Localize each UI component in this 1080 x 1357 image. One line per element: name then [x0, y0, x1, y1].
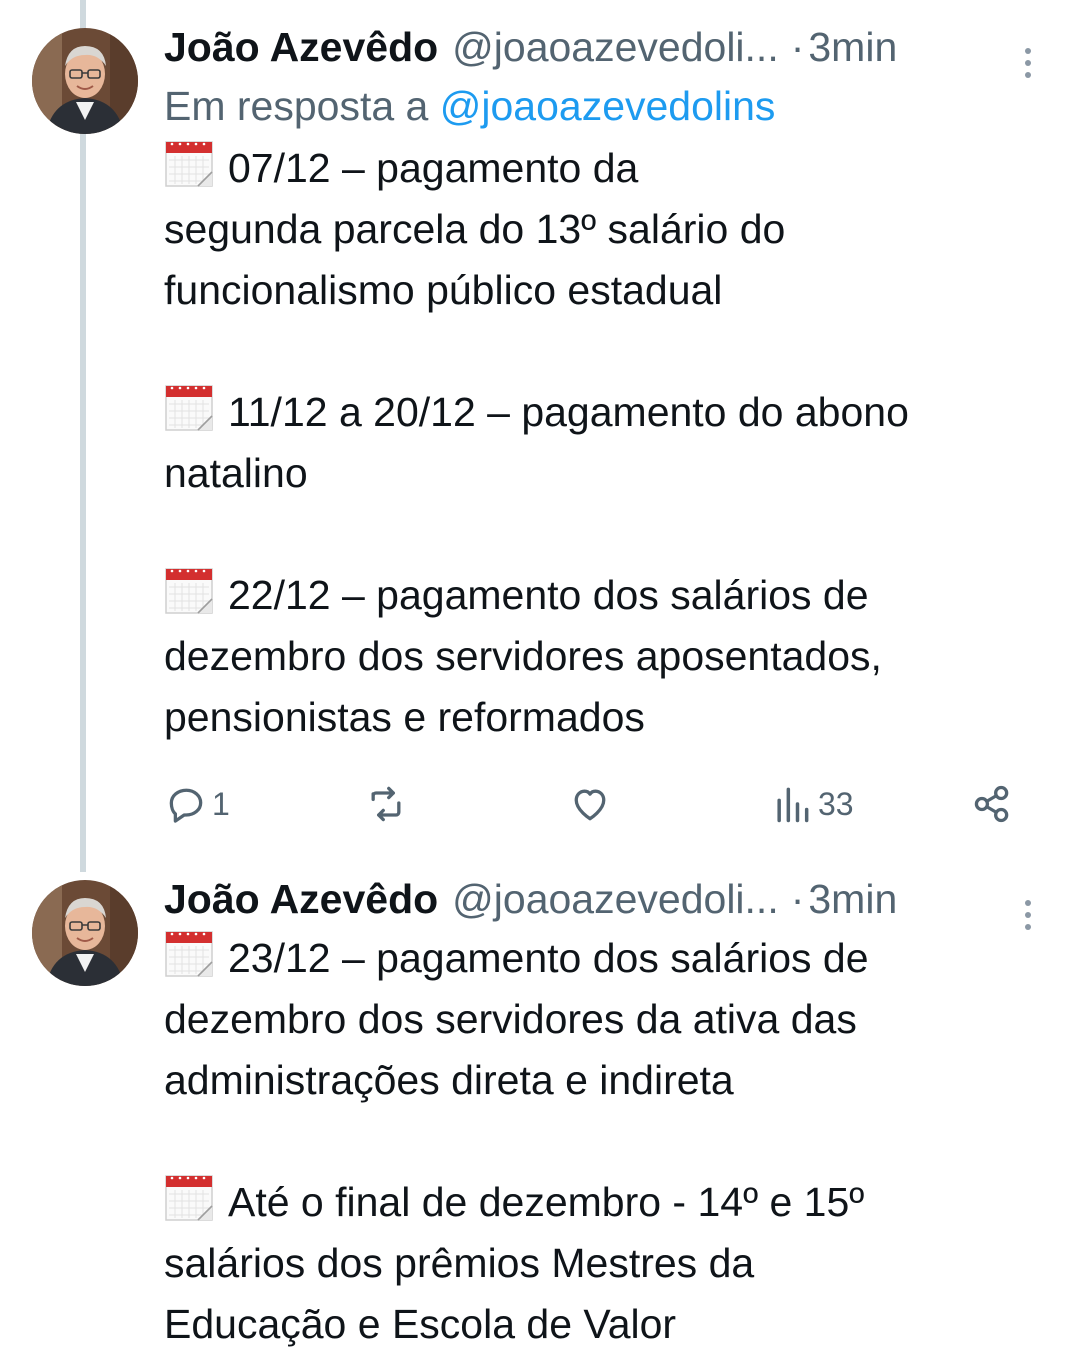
text-line: Educação e Escola de Valor [164, 1301, 677, 1347]
text-line: Até o final de dezembro - 14º e 15º [164, 1172, 1044, 1233]
text-line: 07/12 – pagamento da [164, 138, 1044, 199]
text-line: 11/12 a 20/12 – pagamento do abono [164, 382, 1044, 443]
views-count: 33 [818, 785, 854, 822]
author-handle[interactable]: @joaoazevedoli... [452, 876, 779, 923]
like-button[interactable] [568, 774, 616, 834]
reply-prefix: Em resposta a [164, 83, 429, 129]
share-icon [974, 785, 1009, 823]
calendar-icon [164, 382, 214, 432]
heart-icon [574, 789, 606, 821]
tweet-text: 07/12 – pagamento da segunda parcela do … [164, 138, 1044, 748]
tweet-header: João Azevêdo @joaoazevedoli... · 3min [164, 18, 1044, 76]
text-line: 23/12 – pagamento dos salários de [164, 928, 1044, 989]
separator: · [790, 23, 805, 70]
text-line: funcionalismo público estadual [164, 267, 723, 313]
author-handle[interactable]: @joaoazevedoli... [452, 24, 779, 71]
text-line: dezembro dos servidores aposentados, [164, 633, 882, 679]
retweet-icon [371, 786, 401, 822]
tweet-text: 23/12 – pagamento dos salários de dezemb… [164, 928, 1044, 1355]
text-line: segunda parcela do 13º salário do [164, 206, 786, 252]
reply-count: 1 [212, 785, 230, 822]
tweet-header: João Azevêdo @joaoazevedoli... · 3min [164, 870, 1044, 928]
share-button[interactable] [970, 774, 1014, 834]
reply-icon [169, 788, 203, 823]
text-line: dezembro dos servidores da ativa das [164, 996, 857, 1042]
more-vertical-icon[interactable] [1024, 900, 1032, 936]
avatar[interactable] [32, 28, 138, 134]
views-icon [777, 787, 809, 823]
more-vertical-icon[interactable] [1024, 48, 1032, 84]
author-name[interactable]: João Azevêdo [164, 24, 438, 71]
reply-mention-link[interactable]: @joaoazevedolins [440, 83, 776, 129]
separator: · [790, 875, 805, 922]
avatar[interactable] [32, 880, 138, 986]
reply-button[interactable]: 1 [164, 774, 230, 834]
timestamp[interactable]: 3min [808, 24, 897, 71]
text-line: salários dos prêmios Mestres da [164, 1240, 755, 1286]
text-line: pensionistas e reformados [164, 694, 645, 740]
text-line: administrações direta e indireta [164, 1057, 734, 1103]
calendar-icon [164, 138, 214, 188]
calendar-icon [164, 1172, 214, 1222]
tweet-actions: 1 33 [164, 774, 1024, 834]
text-line: 22/12 – pagamento dos salários de [164, 565, 1044, 626]
calendar-icon [164, 928, 214, 978]
text-line: natalino [164, 450, 308, 496]
calendar-icon [164, 565, 214, 615]
retweet-button[interactable] [364, 774, 412, 834]
timestamp[interactable]: 3min [808, 876, 897, 923]
reply-context: Em resposta a @joaoazevedolins [164, 76, 1044, 136]
author-name[interactable]: João Azevêdo [164, 876, 438, 923]
views-button[interactable]: 33 [770, 774, 854, 834]
